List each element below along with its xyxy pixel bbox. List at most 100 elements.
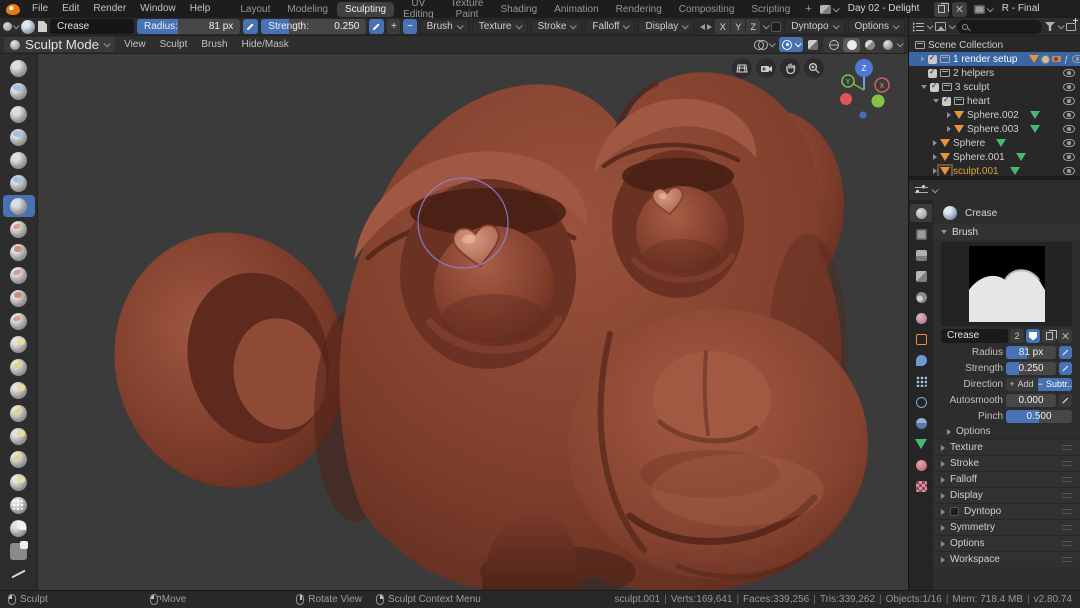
checkbox[interactable] [930, 81, 939, 92]
brush-panel-header[interactable]: Brush [933, 224, 1080, 240]
xray-toggle[interactable] [805, 37, 821, 52]
shading-solid-button[interactable] [843, 37, 860, 52]
tool-crease[interactable] [2, 195, 35, 217]
drag-handle-icon[interactable] [1062, 541, 1072, 546]
visibility-eye-icon[interactable] [1063, 125, 1075, 133]
outliner-search-input[interactable] [957, 19, 1042, 34]
expand-icon[interactable] [947, 112, 951, 118]
delete-scene-button[interactable] [951, 1, 967, 17]
outliner-row-sphere-001[interactable]: Sphere.001 [909, 150, 1080, 164]
panel-workspace[interactable]: Workspace [933, 551, 1080, 567]
visibility-eye-icon[interactable] [1063, 153, 1075, 161]
shading-material-button[interactable] [861, 38, 878, 52]
menu-render[interactable]: Render [86, 1, 133, 17]
chevron-down-icon[interactable] [986, 4, 994, 12]
expand-icon[interactable] [933, 168, 937, 174]
tool-scrape[interactable] [3, 287, 35, 309]
options-dropdown[interactable]: Options [847, 19, 905, 34]
brush-preview-image[interactable] [968, 246, 1045, 322]
expand-icon[interactable] [933, 154, 937, 160]
mode-selector[interactable]: Sculpt Mode [4, 37, 116, 52]
workspace-tab-modeling[interactable]: Modeling [279, 2, 336, 17]
viewport-menu-brush[interactable]: Brush [194, 37, 234, 53]
panel-checkbox[interactable] [950, 507, 959, 516]
pan-view-button[interactable] [780, 58, 800, 78]
view-layer-icon[interactable] [973, 4, 985, 14]
tab-render[interactable] [910, 225, 932, 243]
camera-view-button[interactable] [732, 58, 752, 78]
menu-window[interactable]: Window [133, 1, 183, 17]
tool-smooth[interactable] [3, 218, 35, 240]
brush-options-subpanel[interactable]: Options [933, 424, 1080, 439]
viewport-menu-sculpt[interactable]: Sculpt [153, 37, 195, 53]
outliner-row-sphere-002[interactable]: Sphere.002 [909, 108, 1080, 122]
shading-wireframe-button[interactable] [825, 38, 842, 52]
tool-box-mask[interactable] [3, 540, 35, 562]
radius-pressure-toggle[interactable] [243, 19, 259, 34]
tab-modifiers[interactable] [910, 351, 932, 369]
users-count-button[interactable]: 2 [1010, 329, 1024, 343]
toggle-camera-button[interactable] [756, 58, 776, 78]
brush-name-field[interactable]: Crease [941, 329, 1008, 343]
tool-pinch[interactable] [3, 310, 35, 332]
filter-icon[interactable] [1045, 22, 1055, 31]
workspace-tab-layout[interactable]: Layout [232, 2, 278, 17]
brush-datablock-icon[interactable] [38, 21, 47, 32]
drag-handle-icon[interactable] [1062, 493, 1072, 498]
tool-clay-strips[interactable] [3, 103, 35, 125]
view-layer-name-field[interactable]: R - Final [993, 1, 1080, 17]
tool-draw[interactable] [3, 57, 35, 79]
outliner-row-helpers[interactable]: 2 helpers [909, 66, 1080, 80]
dropdown-brush[interactable]: Brush [419, 19, 469, 34]
strength-slider[interactable]: 0.250 [1006, 361, 1056, 375]
mirror-axis-y[interactable]: Y [730, 19, 746, 34]
visibility-eye-icon[interactable] [1063, 69, 1075, 77]
axis-z-neg-handle[interactable] [859, 111, 867, 119]
dyntopo-dropdown[interactable]: Dyntopo [784, 19, 845, 34]
tool-elastic-deform[interactable] [3, 356, 35, 378]
tab-particles[interactable] [910, 372, 932, 390]
fake-user-button[interactable] [1026, 329, 1040, 343]
dropdown-stroke[interactable]: Stroke [530, 19, 583, 34]
direction-add-button[interactable]: + [387, 19, 401, 34]
mirror-axis-z[interactable]: Z [745, 19, 761, 34]
new-collection-icon[interactable] [1066, 17, 1078, 31]
menu-file[interactable]: File [25, 1, 55, 17]
tab-scene[interactable] [910, 288, 932, 306]
display-mode-icon[interactable] [935, 22, 946, 31]
outliner-row-scene-collection[interactable]: Scene Collection [909, 38, 1080, 52]
chevron-down-icon[interactable] [931, 185, 939, 193]
tab-constraints[interactable] [910, 414, 932, 432]
expand-icon[interactable] [947, 126, 951, 132]
checkbox[interactable] [942, 95, 951, 106]
radius-pressure-toggle[interactable] [1059, 345, 1072, 359]
drag-handle-icon[interactable] [1062, 509, 1072, 514]
tab-texture[interactable] [910, 477, 932, 495]
collapse-icon[interactable] [921, 85, 927, 89]
tab-view-layer[interactable] [910, 267, 932, 285]
panel-symmetry[interactable]: Symmetry [933, 519, 1080, 535]
visibility-eye-icon[interactable] [1071, 55, 1080, 63]
shading-rendered-button[interactable] [879, 38, 896, 52]
tool-rotate[interactable] [3, 471, 35, 493]
chevron-down-icon[interactable] [948, 22, 956, 30]
sculpt-viewport-canvas[interactable]: Z Y X [38, 54, 908, 590]
drag-handle-icon[interactable] [1062, 557, 1072, 562]
outliner-row-sphere[interactable]: Sphere [909, 136, 1080, 150]
add-workspace-button[interactable]: + [799, 3, 817, 15]
workspace-tab-compositing[interactable]: Compositing [671, 2, 743, 17]
outliner-row-sculpt-collection[interactable]: 3 sculpt [909, 80, 1080, 94]
tool-thumb[interactable] [3, 402, 35, 424]
dropdown-texture[interactable]: Texture [471, 19, 528, 34]
workspace-tab-rendering[interactable]: Rendering [608, 2, 670, 17]
visibility-eye-icon[interactable] [1063, 83, 1075, 91]
outliner-row-heart[interactable]: heart [909, 94, 1080, 108]
workspace-tab-sculpting[interactable]: Sculpting [336, 1, 395, 17]
outliner-row-sphere-003[interactable]: Sphere.003 [909, 122, 1080, 136]
workspace-tab-shading[interactable]: Shading [492, 2, 545, 17]
dyntopo-checkbox[interactable] [771, 21, 782, 32]
drag-handle-icon[interactable] [1062, 477, 1072, 482]
strength-slider[interactable]: Strength: 0.250 [261, 19, 367, 34]
panel-dyntopo[interactable]: Dyntopo [933, 503, 1080, 519]
pinch-slider[interactable]: 0.500 [1006, 409, 1072, 423]
